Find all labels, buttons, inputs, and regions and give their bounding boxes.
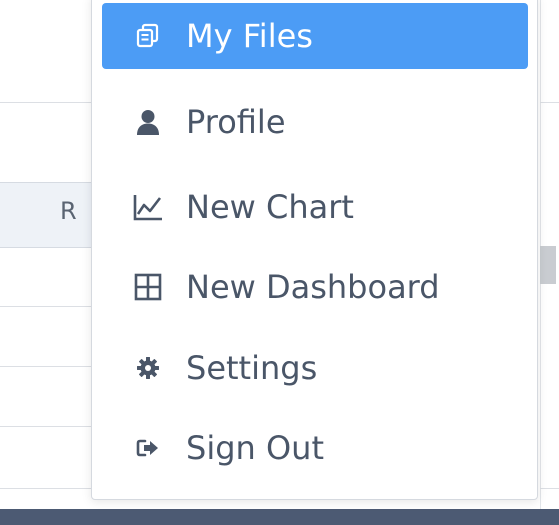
table-row: [0, 426, 92, 427]
files-icon: [132, 20, 164, 52]
table-row: [0, 306, 92, 307]
menu-item-label: Settings: [186, 349, 318, 387]
table-divider: [540, 488, 559, 489]
menu-item-new-dashboard[interactable]: New Dashboard: [102, 254, 528, 320]
menu-item-label: My Files: [186, 17, 313, 55]
table-header-row: [0, 182, 92, 248]
menu-item-profile[interactable]: Profile: [102, 89, 528, 155]
menu-item-label: New Dashboard: [186, 268, 440, 306]
menu-item-label: Profile: [186, 103, 286, 141]
table-row: [0, 366, 92, 367]
scrollbar-thumb[interactable]: [540, 246, 556, 284]
table-divider: [540, 102, 559, 103]
menu-item-label: Sign Out: [186, 429, 324, 467]
menu-item-sign-out[interactable]: Sign Out: [102, 415, 528, 481]
menu-item-new-chart[interactable]: New Chart: [102, 174, 528, 240]
table-divider: [0, 102, 92, 103]
menu-item-label: New Chart: [186, 188, 354, 226]
gear-icon: [132, 352, 164, 384]
menu-item-settings[interactable]: Settings: [102, 335, 528, 401]
screen: R My Files Profile New Chart New Dashboa…: [0, 0, 559, 525]
menu-item-my-files[interactable]: My Files: [102, 3, 528, 69]
grid-icon: [132, 271, 164, 303]
user-dropdown-menu: My Files Profile New Chart New Dashboard…: [91, 0, 538, 500]
user-icon: [132, 106, 164, 138]
table-row: [0, 488, 92, 489]
table-header-cell[interactable]: R: [60, 197, 77, 225]
bottom-bar: [0, 509, 559, 525]
line-chart-icon: [132, 191, 164, 223]
sign-out-icon: [132, 432, 164, 464]
